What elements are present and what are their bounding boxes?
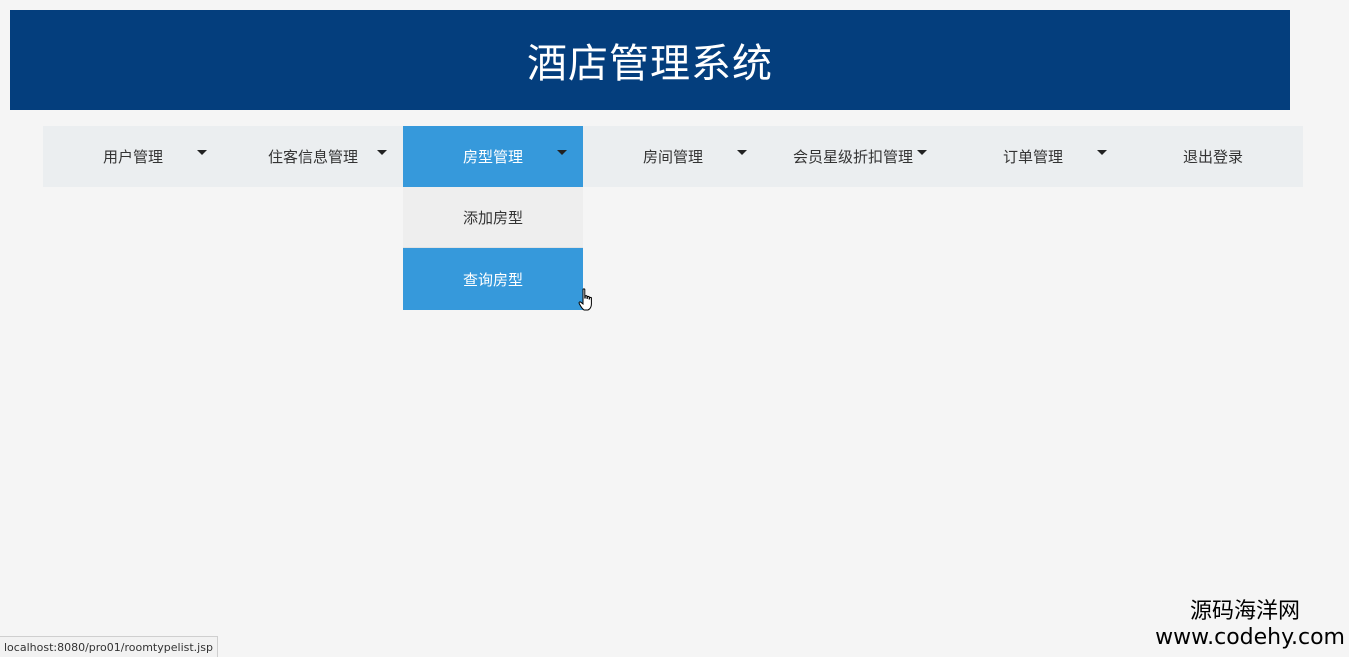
caret-down-icon bbox=[377, 150, 387, 155]
dropdown-item-add-room-type[interactable]: 添加房型 bbox=[403, 187, 583, 248]
nav-item-label: 住客信息管理 bbox=[267, 148, 358, 166]
caret-down-icon bbox=[557, 150, 567, 155]
nav-item-label: 用户管理 bbox=[102, 148, 163, 166]
nav-item-room-management[interactable]: 房间管理 bbox=[583, 126, 763, 187]
caret-down-icon bbox=[1097, 150, 1107, 155]
status-url: localhost:8080/pro01/roomtypelist.jsp bbox=[4, 640, 213, 654]
app-header: 酒店管理系统 bbox=[10, 10, 1290, 110]
caret-down-icon bbox=[917, 150, 927, 155]
nav-item-label: 房间管理 bbox=[642, 148, 703, 166]
main-navbar: 用户管理 住客信息管理 房型管理 房间管理 会员星级折扣管理 订单管理 退出登录 bbox=[43, 126, 1303, 187]
watermark-cn-text: 源码海洋网 bbox=[1189, 599, 1300, 624]
nav-item-label: 房型管理 bbox=[462, 148, 523, 166]
room-type-dropdown-menu: 添加房型 查询房型 bbox=[403, 187, 583, 310]
browser-status-bar: localhost:8080/pro01/roomtypelist.jsp bbox=[0, 636, 218, 657]
nav-item-member-discount-management[interactable]: 会员星级折扣管理 bbox=[763, 126, 943, 187]
nav-item-label: 会员星级折扣管理 bbox=[792, 148, 913, 166]
nav-item-user-management[interactable]: 用户管理 bbox=[43, 126, 223, 187]
nav-item-room-type-management[interactable]: 房型管理 bbox=[403, 126, 583, 187]
watermark-url-text: www.codehy.com bbox=[1155, 625, 1345, 650]
nav-item-label: 退出登录 bbox=[1182, 148, 1243, 166]
nav-item-label: 订单管理 bbox=[1002, 148, 1063, 166]
dropdown-item-query-room-type[interactable]: 查询房型 bbox=[403, 248, 583, 310]
site-watermark: 源码海洋网 www.codehy.com bbox=[1155, 599, 1345, 651]
hand-pointer-icon bbox=[578, 288, 592, 311]
nav-item-guest-info-management[interactable]: 住客信息管理 bbox=[223, 126, 403, 187]
nav-item-order-management[interactable]: 订单管理 bbox=[943, 126, 1123, 187]
nav-item-logout[interactable]: 退出登录 bbox=[1123, 126, 1303, 187]
app-title: 酒店管理系统 bbox=[527, 41, 773, 87]
caret-down-icon bbox=[197, 150, 207, 155]
caret-down-icon bbox=[737, 150, 747, 155]
